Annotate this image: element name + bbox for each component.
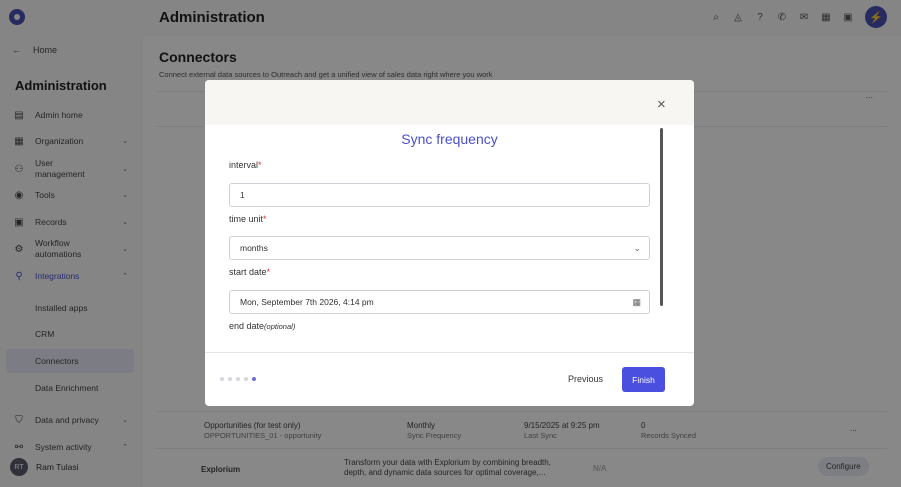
interval-label: interval* (229, 160, 262, 170)
step-dot (244, 377, 248, 381)
time-unit-select[interactable]: months ⌄ (229, 236, 650, 260)
time-unit-label: time unit* (229, 214, 267, 224)
finish-button[interactable]: Finish (622, 367, 665, 392)
modal-title: Sync frequency (401, 131, 498, 147)
chevron-down-icon: ⌄ (633, 242, 641, 253)
previous-button[interactable]: Previous (568, 374, 603, 384)
step-dot (220, 377, 224, 381)
modal-header (205, 80, 694, 125)
calendar-icon[interactable]: ▦ (632, 297, 641, 308)
start-date-label: start date* (229, 267, 271, 277)
scrollbar[interactable] (660, 128, 663, 306)
start-date-input[interactable]: Mon, September 7th 2026, 4:14 pm ▦ (229, 290, 650, 314)
step-dot (228, 377, 232, 381)
end-date-label: end date(optional) (229, 321, 296, 331)
step-dot-active (252, 377, 256, 381)
step-indicator (220, 377, 256, 381)
divider (205, 352, 694, 353)
close-icon[interactable]: × (657, 96, 666, 113)
step-dot (236, 377, 240, 381)
interval-input[interactable]: 1 (229, 183, 650, 207)
sync-frequency-modal: × Sync frequency interval* 1 time unit* … (205, 80, 694, 406)
